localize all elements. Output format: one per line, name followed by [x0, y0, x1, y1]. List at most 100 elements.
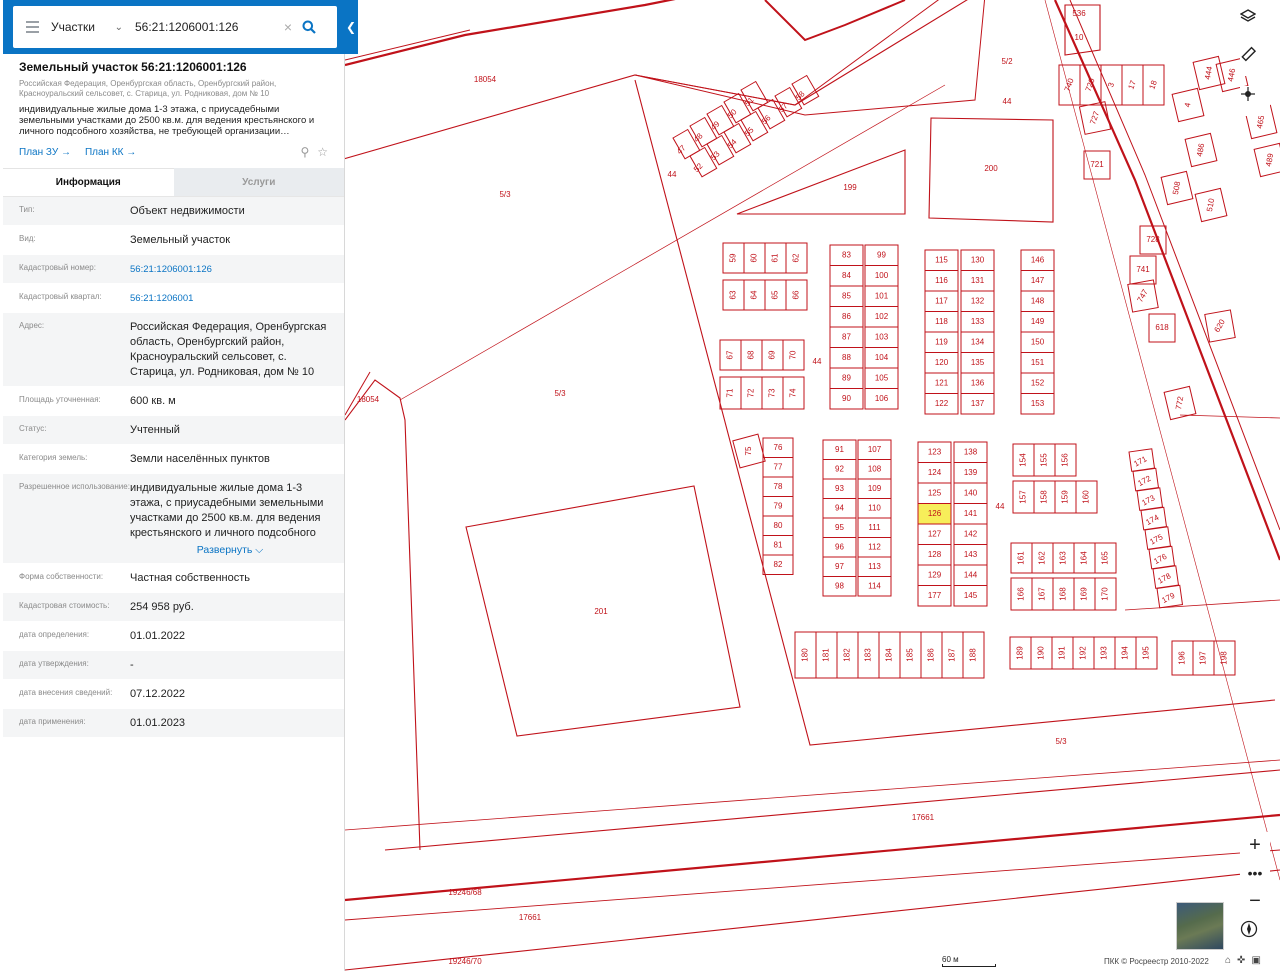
- parcel-label: 90: [842, 394, 851, 403]
- zoom-in-button[interactable]: +: [1240, 832, 1270, 858]
- parcel-label: 192: [1079, 646, 1088, 660]
- property-label: Категория земель:: [19, 453, 88, 462]
- parcel-label: 92: [835, 464, 844, 473]
- parcel-label: 87: [842, 332, 851, 341]
- parcel-label: 489: [1264, 152, 1275, 167]
- parcel-label: 98: [835, 581, 844, 590]
- parcel-58: [791, 74, 820, 106]
- property-label: Статус:: [19, 424, 47, 433]
- parcel-label: 111: [868, 523, 881, 532]
- layers-icon[interactable]: [1240, 8, 1270, 38]
- property-value: Учтенный: [130, 424, 180, 436]
- parcel-label: 94: [835, 503, 844, 512]
- object-header: Земельный участок 56:21:1206001:126 Росс…: [3, 54, 344, 160]
- parcel-label: 97: [835, 562, 844, 571]
- area-label: 201: [594, 607, 608, 616]
- parcel-label: 143: [964, 550, 978, 559]
- property-label: Тип:: [19, 205, 35, 214]
- locate-icon[interactable]: [1240, 86, 1270, 116]
- parcel-label: 179: [1160, 591, 1176, 605]
- area-label: 536: [1072, 9, 1086, 18]
- area-label: 44: [813, 357, 822, 366]
- parcel-label: 165: [1101, 551, 1110, 565]
- tab-services[interactable]: Услуги: [173, 168, 344, 196]
- search-input[interactable]: [129, 20, 279, 34]
- parcel-label: 91: [835, 445, 844, 454]
- parcel-label: 127: [928, 529, 942, 538]
- parcel-label: 158: [1040, 490, 1049, 504]
- print-icon[interactable]: ▣: [1251, 955, 1260, 966]
- parcel-label: 106: [875, 394, 889, 403]
- chevron-down-icon: ⌵: [252, 544, 264, 556]
- clear-icon[interactable]: ×: [279, 19, 297, 35]
- star-icon[interactable]: ☆: [317, 145, 328, 159]
- more-icon[interactable]: •••: [1240, 860, 1270, 886]
- parcel-label: 174: [1144, 513, 1160, 527]
- search-bar: Участки ⌄ ×: [3, 0, 344, 54]
- parcel-label: 112: [868, 542, 881, 551]
- search-icon[interactable]: [297, 15, 321, 39]
- parcel-label: 75: [744, 446, 753, 455]
- parcel-label: 119: [935, 337, 948, 346]
- road-boundary: [764, 0, 906, 42]
- property-value: -: [130, 659, 134, 671]
- tab-information[interactable]: Информация: [3, 168, 174, 196]
- collapse-panel-button[interactable]: ❮: [344, 0, 358, 54]
- area-boundary: [345, 371, 371, 416]
- parcel-label: 76: [774, 443, 783, 452]
- parcel-label: 104: [875, 353, 889, 362]
- properties-list: Тип: Объект недвижимости Вид: Земельный уча…: [3, 196, 344, 738]
- parcel-label: 169: [1080, 587, 1089, 601]
- zoom-out-button[interactable]: −: [1240, 888, 1270, 914]
- search-type-select[interactable]: Участки ⌄: [51, 20, 129, 34]
- parcel-label: 78: [774, 482, 783, 491]
- parcel-label: 727: [1088, 110, 1101, 126]
- plan-zu-link[interactable]: План ЗУ →: [19, 147, 71, 158]
- parcel-label: 184: [885, 648, 894, 662]
- property-label: дата утверждения:: [19, 659, 89, 668]
- parcel-label: 128: [928, 550, 942, 559]
- parcel-label: 93: [835, 484, 844, 493]
- zoom-to-object-icon[interactable]: ⚲: [300, 145, 309, 159]
- scale-label: 60 м: [942, 955, 959, 964]
- expand-link[interactable]: Развернуть ⌵: [130, 542, 330, 557]
- parcel-label: 124: [928, 468, 942, 477]
- tabs: Информация Услуги: [3, 168, 344, 196]
- parcel-label: 83: [842, 250, 851, 259]
- area-label: 17661: [912, 813, 935, 822]
- ruler-icon[interactable]: [1240, 46, 1270, 76]
- property-row: Площадь уточненная: 600 кв. м: [3, 387, 344, 416]
- parcel-label: 136: [971, 378, 985, 387]
- parcel-label: 139: [964, 468, 978, 477]
- plan-kk-link[interactable]: План КК →: [85, 147, 136, 158]
- basemap-switcher[interactable]: [1176, 902, 1224, 950]
- home-icon[interactable]: ⌂: [1225, 955, 1231, 966]
- cadastral-map[interactable]: 18054 18054 5/3 5/3 5/3 5/2 44 44 44 44 199 200 201 5…: [345, 0, 1280, 971]
- map-canvas[interactable]: 18054180545/35/35/35/2444444441992002015…: [345, 0, 1280, 971]
- parcel-label: 157: [1019, 490, 1028, 504]
- parcel-label: 486: [1195, 142, 1206, 157]
- parcel-label: 125: [928, 488, 942, 497]
- zoom-controls: + ••• −: [1240, 832, 1270, 914]
- parcel-label: 132: [971, 296, 985, 305]
- parcel-label: 126: [928, 509, 942, 518]
- parcel-label: 159: [1061, 490, 1070, 504]
- crosshair-icon[interactable]: ✜: [1237, 955, 1245, 966]
- parcel-label: 181: [822, 648, 831, 662]
- parcel-label: 134: [971, 337, 985, 346]
- expand-label: Развернуть: [196, 544, 253, 556]
- parcel-label: 130: [971, 255, 985, 264]
- menu-icon[interactable]: [13, 6, 51, 48]
- property-value[interactable]: 56:21:1206001:126: [130, 262, 330, 277]
- parcel-label: 60: [750, 253, 759, 262]
- parcel-label: 178: [1156, 571, 1172, 585]
- compass-icon[interactable]: [1240, 920, 1270, 950]
- parcel-label: 149: [1031, 317, 1045, 326]
- property-value[interactable]: 56:21:1206001: [130, 291, 330, 306]
- object-title: Земельный участок 56:21:1206001:126: [19, 60, 247, 74]
- area-label: 19246/70: [448, 957, 482, 966]
- property-label: дата внесения сведений:: [19, 688, 113, 697]
- parcel-label: 444: [1203, 65, 1214, 80]
- area-label: 5/2: [1001, 57, 1013, 66]
- parcel-label: 180: [801, 648, 810, 662]
